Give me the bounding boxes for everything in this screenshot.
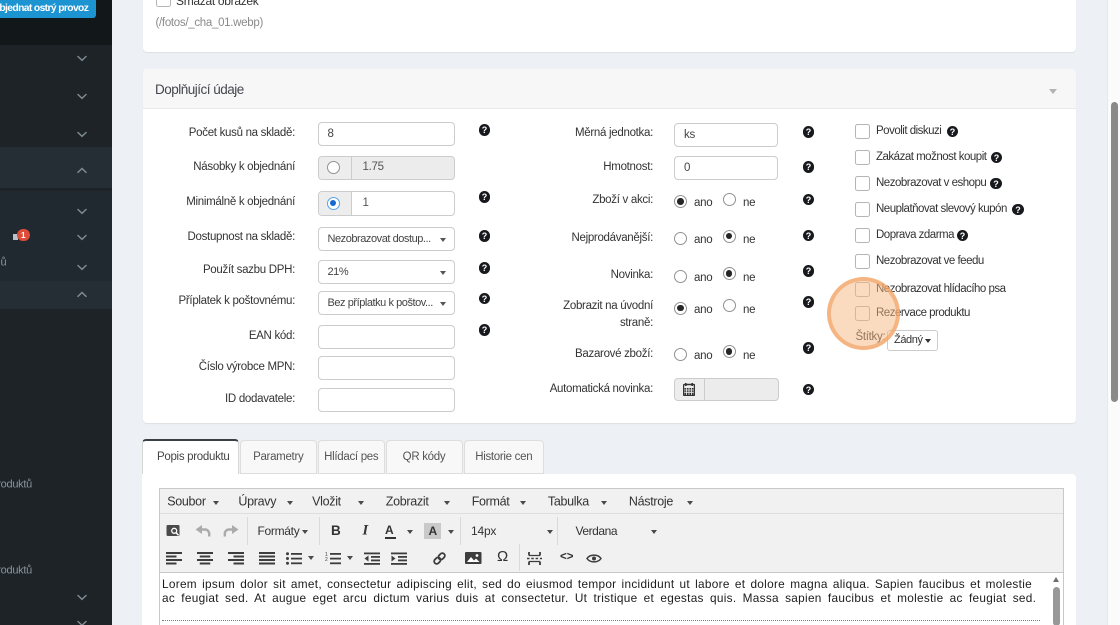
svg-text:2: 2 xyxy=(325,557,328,563)
